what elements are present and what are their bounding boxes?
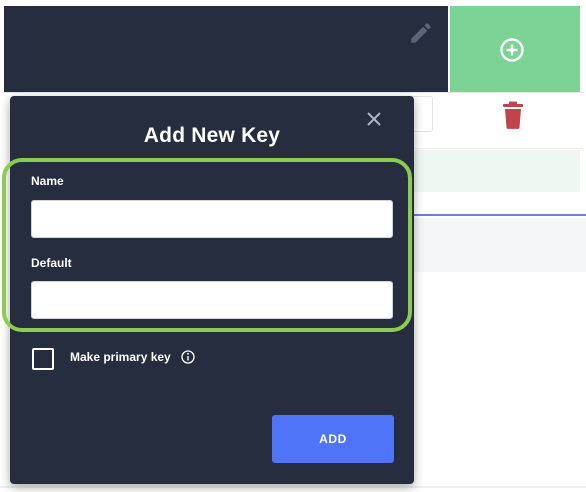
name-label: Name (31, 174, 64, 188)
close-icon[interactable] (363, 108, 385, 130)
section-divider (414, 214, 586, 216)
primary-key-checkbox[interactable] (32, 348, 54, 370)
app-root: Add New Key Name Default Make primary ke… (0, 0, 586, 492)
info-icon[interactable] (181, 350, 195, 364)
dialog-title: Add New Key (143, 124, 281, 147)
table-row (414, 218, 586, 272)
primary-key-label: Make primary key (70, 350, 171, 364)
default-label: Default (31, 256, 72, 270)
add-new-key-dialog: Add New Key Name Default Make primary ke… (2, 96, 414, 484)
table-row (414, 150, 580, 192)
name-input[interactable] (31, 200, 393, 238)
row-divider (414, 148, 582, 149)
pencil-icon[interactable] (408, 20, 434, 46)
background-header (4, 6, 448, 92)
plus-circle-icon[interactable] (499, 37, 525, 63)
trash-icon[interactable] (501, 101, 525, 129)
add-button[interactable]: ADD (272, 415, 394, 463)
page-divider (0, 486, 586, 488)
row-divider (4, 92, 584, 93)
default-input[interactable] (31, 281, 393, 319)
